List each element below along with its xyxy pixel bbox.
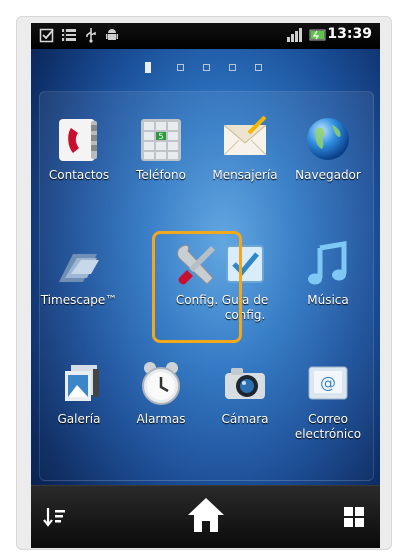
app-galeria[interactable]: Galería: [36, 357, 122, 427]
app-mensajeria[interactable]: Mensajería: [202, 113, 288, 183]
app-musica[interactable]: Música: [285, 238, 371, 308]
contacts-icon: [53, 113, 105, 165]
timescape-icon: [53, 238, 105, 290]
sort-icon[interactable]: [43, 506, 67, 532]
home-icon[interactable]: [186, 496, 226, 538]
camera-icon: [219, 357, 271, 409]
app-navegador[interactable]: Navegador: [285, 113, 371, 183]
phone-screen: 13:39 Contactos 5 Teléfono Mensajería Na…: [31, 23, 380, 548]
app-contactos[interactable]: Contactos: [36, 113, 122, 183]
status-bar: 13:39: [31, 23, 380, 49]
music-note-icon: [302, 238, 354, 290]
page-dot-1[interactable]: [145, 62, 151, 73]
app-grid-icon[interactable]: [343, 506, 365, 532]
app-label: Correo electrónico: [294, 412, 362, 441]
usb-icon: [85, 27, 97, 45]
app-label: Contactos: [48, 168, 110, 182]
app-correo[interactable]: @ Correo electrónico: [285, 357, 371, 442]
envelope-icon: [219, 113, 271, 165]
phone-keypad-icon: 5: [135, 113, 187, 165]
signal-icon: [286, 27, 304, 45]
page-indicator: [31, 62, 380, 74]
app-label: Timescape™: [40, 293, 118, 307]
app-label: Mensajería: [212, 168, 278, 182]
app-label: Teléfono: [136, 168, 186, 182]
page-dot-5[interactable]: [255, 64, 262, 71]
app-timescape[interactable]: Timescape™: [36, 238, 122, 308]
app-telefono[interactable]: 5 Teléfono: [118, 113, 204, 183]
sim-toolkit-icon: [61, 27, 77, 45]
page-dot-3[interactable]: [203, 64, 210, 71]
alarm-clock-icon: [135, 357, 187, 409]
email-icon: @: [302, 357, 354, 409]
page-dot-4[interactable]: [229, 64, 236, 71]
app-label: Cámara: [221, 412, 269, 426]
globe-icon: [302, 113, 354, 165]
battery-icon: [309, 27, 327, 45]
status-time: 13:39: [327, 26, 372, 42]
android-debug-icon: [105, 27, 119, 45]
app-label: Navegador: [295, 168, 361, 182]
highlight-box: [152, 231, 242, 343]
checkbox-icon: [39, 27, 55, 45]
page-dot-2[interactable]: [177, 64, 184, 71]
svg-text:@: @: [320, 373, 336, 392]
app-camara[interactable]: Cámara: [202, 357, 288, 427]
app-label: Música: [307, 293, 349, 307]
svg-text:5: 5: [158, 132, 163, 141]
app-alarmas[interactable]: Alarmas: [118, 357, 204, 427]
app-label: Galería: [57, 412, 101, 426]
bottom-dock: [31, 485, 380, 548]
gallery-icon: [53, 357, 105, 409]
app-label: Alarmas: [136, 412, 186, 426]
